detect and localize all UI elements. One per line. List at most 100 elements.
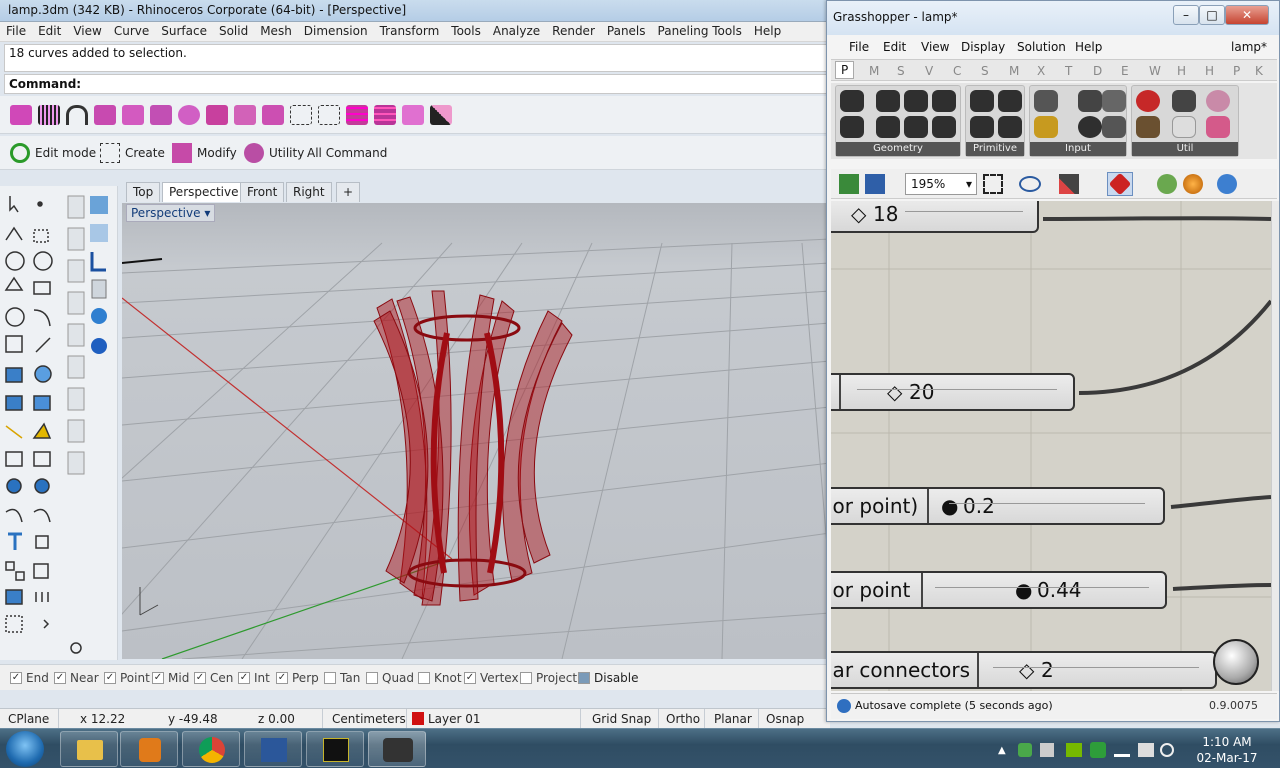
osnap-disable[interactable]: Disable — [578, 671, 639, 685]
mesh-param-icon[interactable] — [904, 116, 928, 138]
panel-cells-icon[interactable] — [374, 105, 396, 125]
tab-h2[interactable]: H — [1205, 64, 1214, 78]
tab-k[interactable]: K — [1255, 64, 1263, 78]
left-tool-icons[interactable] — [0, 186, 118, 660]
move-points-icon[interactable] — [290, 105, 312, 125]
osnap-project[interactable]: Project — [520, 671, 577, 685]
import-icon[interactable] — [1034, 90, 1058, 112]
edit-mode-button[interactable]: Edit mode — [10, 142, 96, 164]
circle-param-icon[interactable] — [876, 90, 900, 112]
arrow-right-icon[interactable] — [1172, 90, 1196, 112]
button-icon[interactable] — [1078, 116, 1102, 138]
tab-extra[interactable]: E — [1121, 64, 1129, 78]
menu-tools[interactable]: Tools — [445, 22, 487, 38]
battery-icon[interactable] — [1138, 743, 1154, 757]
tray-device-icon[interactable] — [1040, 743, 1054, 757]
minimize-button[interactable]: – — [1173, 5, 1199, 25]
explorer-taskbar-icon[interactable] — [60, 731, 118, 767]
cplane-label[interactable]: CPlane — [8, 712, 49, 726]
osnap-end[interactable]: ✓ End — [10, 671, 49, 685]
menu-help[interactable]: Help — [748, 22, 787, 38]
tab-right[interactable]: Right — [286, 182, 332, 202]
word-taskbar-icon[interactable] — [244, 731, 302, 767]
network-icon[interactable] — [1114, 743, 1130, 757]
maximize-button[interactable]: □ — [1199, 5, 1225, 25]
boolean-icon[interactable] — [262, 105, 284, 125]
viewport-menu-icon[interactable]: ▾ — [204, 206, 210, 220]
scale-points-icon[interactable] — [318, 105, 340, 125]
menu-dimension[interactable]: Dimension — [298, 22, 374, 38]
gh-doc-name[interactable]: lamp* — [1231, 40, 1267, 54]
lamp-model[interactable] — [373, 290, 573, 606]
menu-render[interactable]: Render — [546, 22, 601, 38]
gh-menu-view[interactable]: View — [921, 40, 949, 54]
tab-display[interactable]: D — [1093, 64, 1102, 78]
menu-curve[interactable]: Curve — [108, 22, 155, 38]
sketch-icon[interactable] — [1059, 174, 1079, 194]
tab-p[interactable]: P — [1233, 64, 1240, 78]
tab-front[interactable]: Front — [240, 182, 285, 202]
tree-icon[interactable] — [1136, 116, 1160, 138]
grid-snap-toggle[interactable]: Grid Snap — [592, 712, 651, 726]
fillet-edge-icon[interactable] — [150, 105, 172, 125]
tab-h1[interactable]: H — [1177, 64, 1186, 78]
line-param-icon[interactable] — [840, 116, 864, 138]
menu-surface[interactable]: Surface — [155, 22, 213, 38]
arrow-outline-icon[interactable] — [1172, 116, 1196, 138]
layer-label[interactable]: Layer 01 — [428, 712, 481, 726]
ortho-toggle[interactable]: Ortho — [666, 712, 700, 726]
menu-edit[interactable]: Edit — [32, 22, 67, 38]
menu-paneling-tools[interactable]: Paneling Tools — [652, 22, 748, 38]
group-param-icon[interactable] — [932, 116, 956, 138]
planar-toggle[interactable]: Planar — [714, 712, 752, 726]
zoom-select[interactable]: 195% ▾ — [905, 173, 977, 195]
osnap-quad[interactable]: Quad — [366, 671, 414, 685]
start-button[interactable] — [6, 731, 44, 767]
perspective-viewport[interactable]: Perspective ▾ — [122, 203, 830, 659]
text-param-icon[interactable] — [998, 116, 1022, 138]
geometry-icon[interactable] — [840, 90, 864, 112]
tab-curve[interactable]: C — [953, 64, 961, 78]
loft-icon[interactable] — [94, 105, 116, 125]
close-button[interactable]: ✕ — [1225, 5, 1269, 25]
menu-file[interactable]: File — [0, 22, 32, 38]
slider-0-44[interactable]: ior point ● 0.44 — [831, 571, 1167, 609]
osnap-cen[interactable]: ✓ Cen — [194, 671, 233, 685]
menu-transform[interactable]: Transform — [374, 22, 446, 38]
tab-weaverbird[interactable]: W — [1149, 64, 1161, 78]
tab-perspective[interactable]: Perspective — [162, 182, 246, 202]
q-app-icon[interactable] — [1090, 742, 1106, 758]
extrude-icon[interactable] — [234, 105, 256, 125]
canvas-scrollbar[interactable] — [1271, 201, 1279, 691]
bake-icon[interactable] — [1157, 174, 1177, 194]
gh-menu-display[interactable]: Display — [961, 40, 1005, 54]
panel-surface-icon[interactable] — [402, 105, 424, 125]
arch-curve-icon[interactable] — [66, 105, 88, 125]
menu-mesh[interactable]: Mesh — [254, 22, 298, 38]
curve-tools-icon[interactable] — [10, 105, 32, 125]
osnap-int[interactable]: ✓ Int — [238, 671, 270, 685]
slider-2[interactable]: lar connectors ◇ 2 — [831, 651, 1217, 689]
panel-grid-icon[interactable] — [346, 105, 368, 125]
box-icon[interactable] — [206, 105, 228, 125]
osnap-point[interactable]: ✓ Point — [104, 671, 150, 685]
osnap-mid[interactable]: ✓ Mid — [152, 671, 189, 685]
tray-expand-icon[interactable]: ▲ — [998, 745, 1006, 756]
utility-button[interactable]: Utility — [244, 142, 304, 164]
nvidia-icon[interactable] — [1066, 743, 1082, 757]
all-command-button[interactable]: All Command — [307, 142, 387, 164]
canvas-dial-icon[interactable] — [1213, 639, 1259, 685]
add-tab-button[interactable]: + — [336, 182, 361, 202]
tab-transform[interactable]: T — [1065, 64, 1072, 78]
cherry-icon[interactable] — [1136, 90, 1160, 112]
sweep-icon[interactable] — [122, 105, 144, 125]
curve-param-icon[interactable] — [904, 90, 928, 112]
toggle-icon[interactable] — [1078, 90, 1102, 112]
chrome-taskbar-icon[interactable] — [182, 731, 240, 767]
osnap-vertex[interactable]: ✓ Vertex — [464, 671, 519, 685]
slider-18[interactable]: ◇ 18 — [831, 201, 1039, 233]
slider-0-2[interactable]: ior point) ● 0.2 — [831, 487, 1165, 525]
rhino-taskbar-icon[interactable] — [368, 731, 426, 767]
viewport-scene[interactable] — [122, 203, 830, 659]
value-list-icon[interactable] — [1102, 116, 1126, 138]
